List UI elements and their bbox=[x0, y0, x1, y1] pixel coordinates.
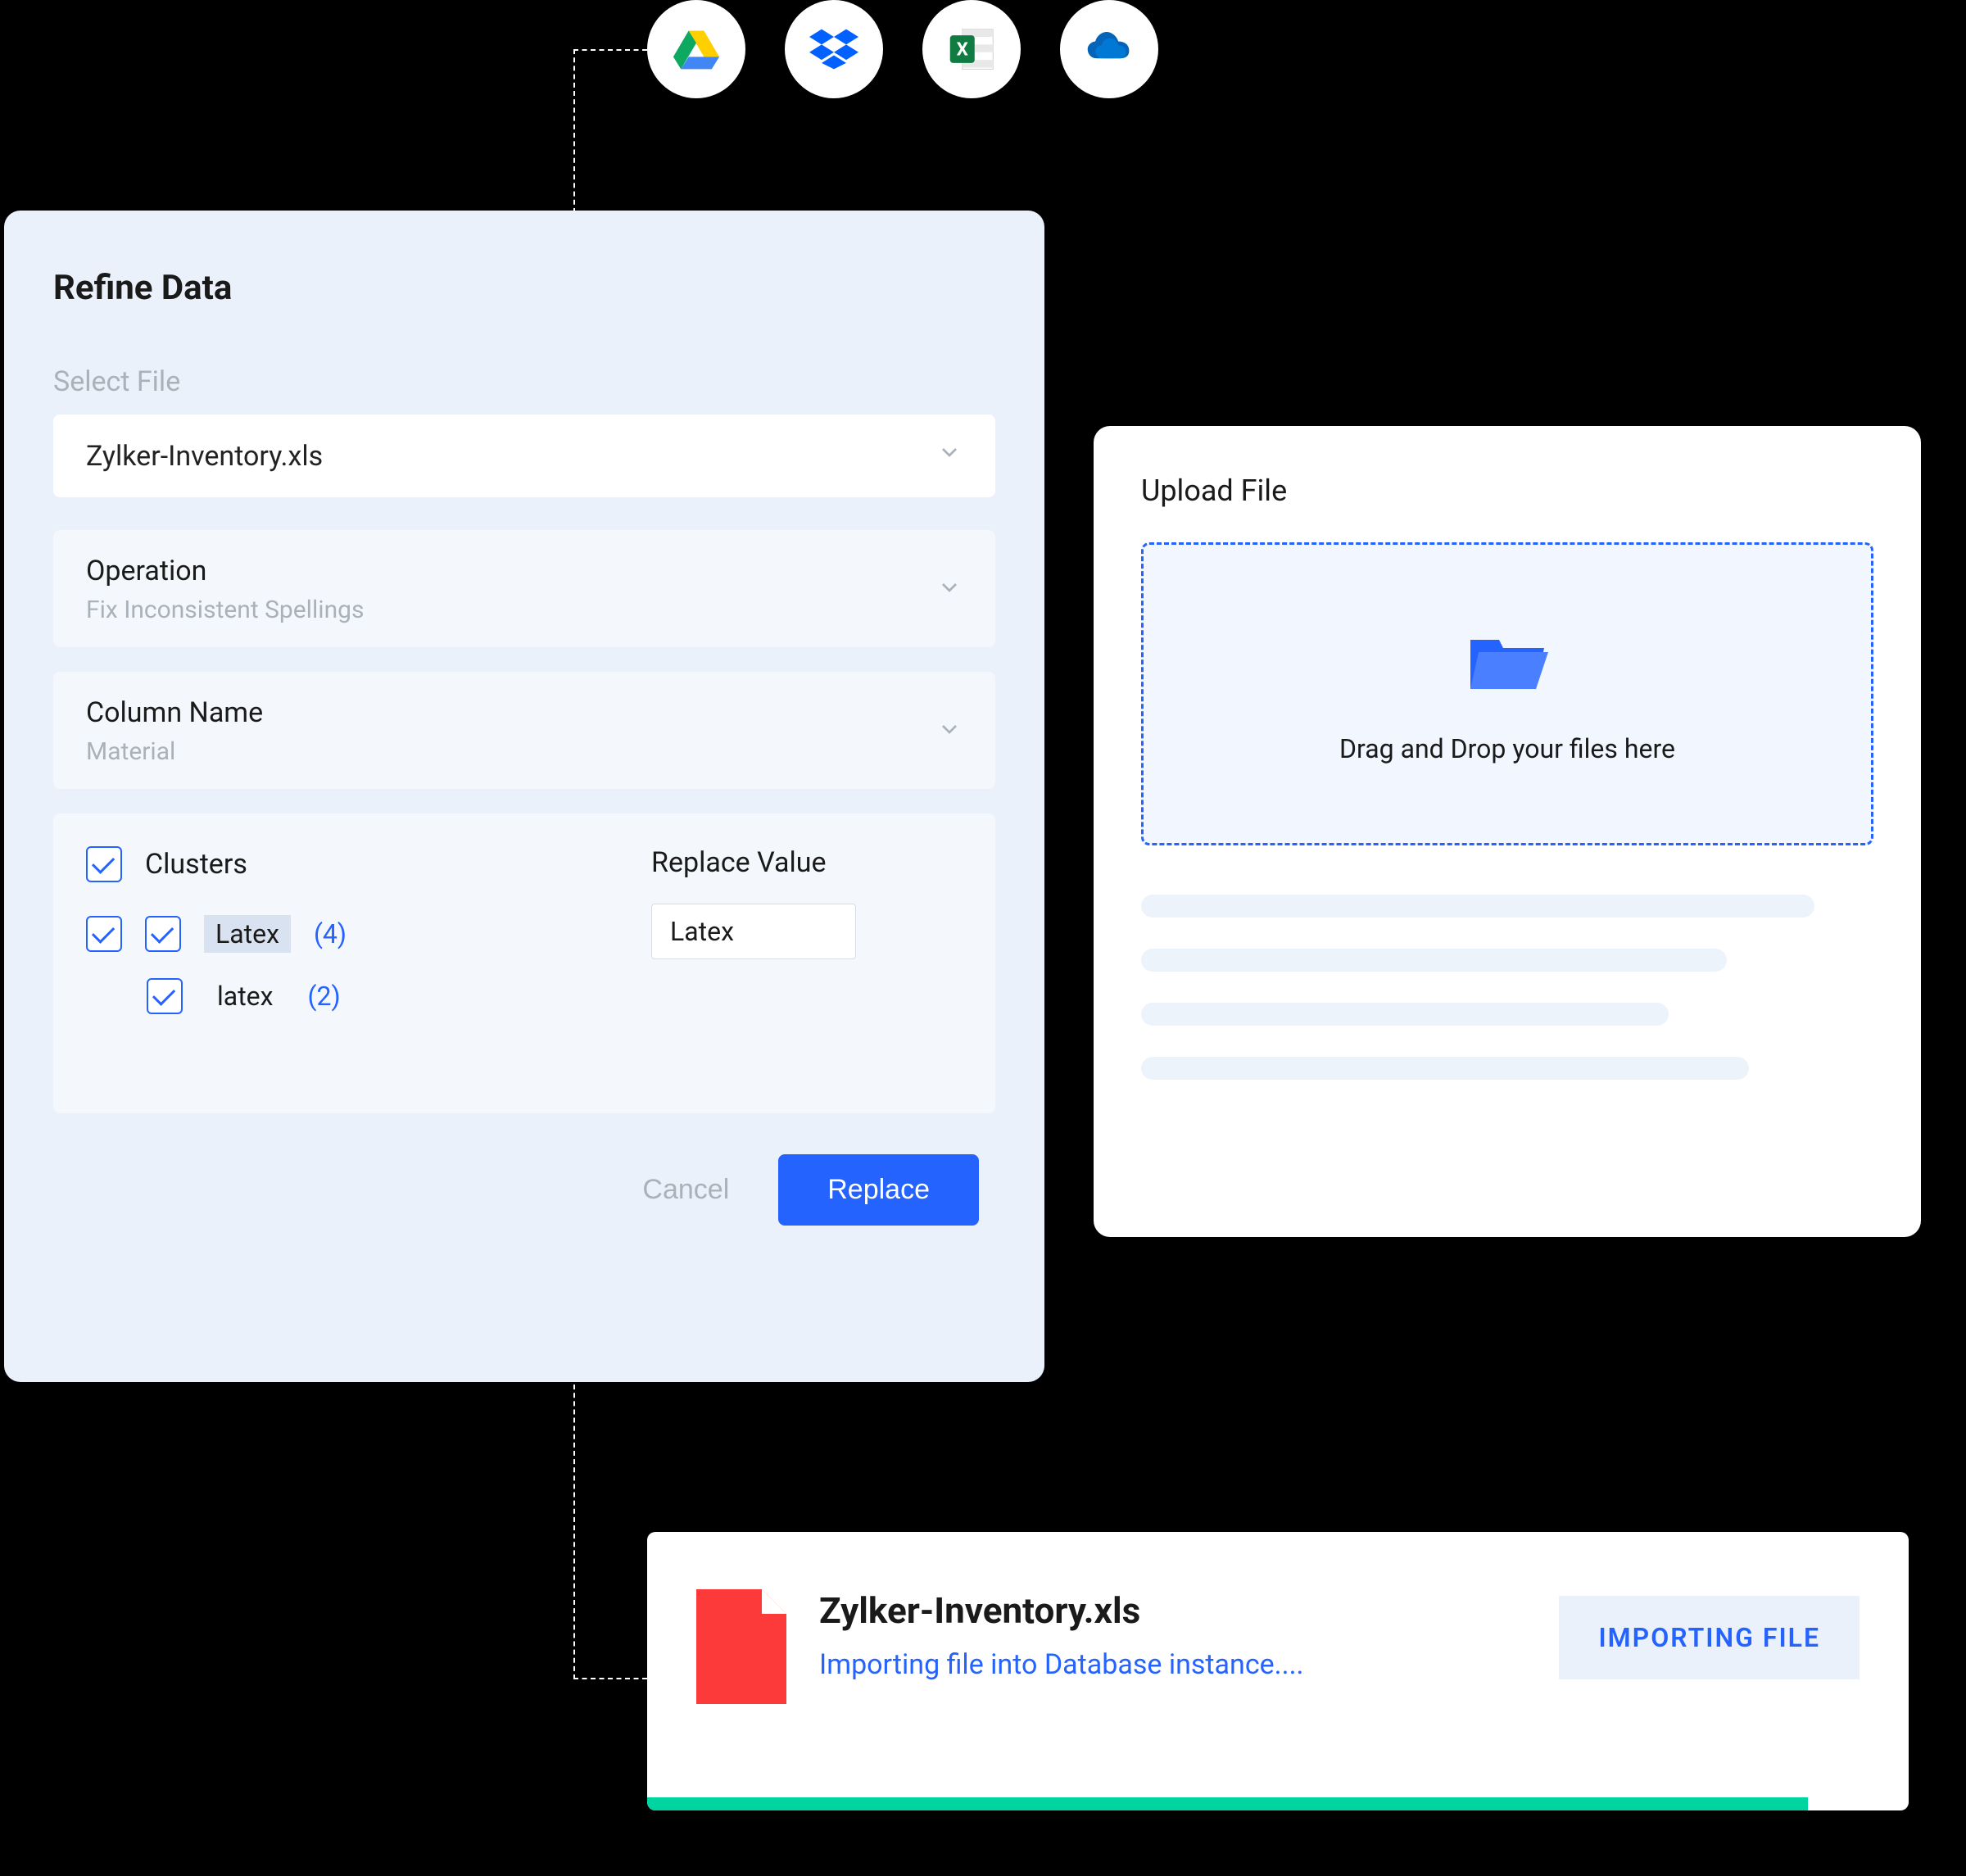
action-buttons: Cancel Replace bbox=[53, 1154, 995, 1226]
chevron-down-icon bbox=[936, 716, 963, 745]
import-progress-bar bbox=[647, 1797, 1808, 1810]
cluster-value: latex bbox=[206, 977, 285, 1015]
dropzone-text: Drag and Drop your files here bbox=[1339, 733, 1675, 764]
importing-file-card: Zylker-Inventory.xls Importing file into… bbox=[647, 1532, 1909, 1810]
clusters-header: Clusters bbox=[145, 848, 247, 881]
cloud-sources-row: X bbox=[647, 0, 1158, 98]
google-drive-icon[interactable] bbox=[647, 0, 745, 98]
column-label: Column Name bbox=[86, 696, 963, 729]
skeleton-line bbox=[1141, 1003, 1669, 1026]
operation-dropdown[interactable]: Operation Fix Inconsistent Spellings bbox=[53, 530, 995, 647]
column-value: Material bbox=[86, 737, 963, 766]
replace-value-label: Replace Value bbox=[651, 846, 963, 879]
cluster-value: Latex bbox=[204, 915, 291, 953]
file-dropdown-value: Zylker-Inventory.xls bbox=[86, 440, 323, 473]
skeleton-line bbox=[1141, 1057, 1749, 1080]
refine-data-panel: Refine Data Select File Zylker-Inventory… bbox=[4, 211, 1044, 1382]
chevron-down-icon bbox=[936, 574, 963, 604]
onedrive-icon[interactable] bbox=[1060, 0, 1158, 98]
panel-title: Refine Data bbox=[53, 268, 995, 308]
replace-button[interactable]: Replace bbox=[778, 1154, 979, 1226]
file-dropdown[interactable]: Zylker-Inventory.xls bbox=[53, 415, 995, 497]
clusters-section: Clusters Latex (4) latex (2) Replace Val… bbox=[53, 813, 995, 1113]
connector-line-top bbox=[573, 49, 647, 213]
cluster-item-checkbox[interactable] bbox=[145, 916, 181, 952]
excel-icon[interactable]: X bbox=[922, 0, 1021, 98]
cluster-count: (4) bbox=[314, 918, 347, 949]
import-filename: Zylker-Inventory.xls bbox=[819, 1589, 1526, 1632]
import-status-text: Importing file into Database instance...… bbox=[819, 1648, 1526, 1681]
svg-text:X: X bbox=[957, 39, 969, 61]
cancel-button[interactable]: Cancel bbox=[642, 1174, 729, 1206]
replace-value-input[interactable]: Latex bbox=[651, 904, 856, 959]
clusters-select-all-checkbox[interactable] bbox=[86, 846, 122, 882]
operation-value: Fix Inconsistent Spellings bbox=[86, 596, 963, 624]
file-icon bbox=[696, 1589, 786, 1707]
cluster-count: (2) bbox=[308, 981, 341, 1012]
dropbox-icon[interactable] bbox=[785, 0, 883, 98]
import-badge: IMPORTING FILE bbox=[1559, 1596, 1860, 1679]
upload-dropzone[interactable]: Drag and Drop your files here bbox=[1141, 542, 1873, 845]
skeleton-line bbox=[1141, 949, 1727, 972]
select-file-label: Select File bbox=[53, 365, 995, 398]
operation-label: Operation bbox=[86, 555, 963, 587]
connector-line-bottom bbox=[573, 1376, 647, 1679]
upload-file-panel: Upload File Drag and Drop your files her… bbox=[1094, 426, 1921, 1237]
upload-title: Upload File bbox=[1141, 474, 1873, 508]
skeleton-line bbox=[1141, 895, 1814, 918]
column-dropdown[interactable]: Column Name Material bbox=[53, 672, 995, 789]
folder-open-icon bbox=[1462, 623, 1552, 700]
cluster-item-checkbox[interactable] bbox=[147, 978, 183, 1014]
chevron-down-icon bbox=[936, 439, 963, 473]
cluster-group-checkbox[interactable] bbox=[86, 916, 122, 952]
